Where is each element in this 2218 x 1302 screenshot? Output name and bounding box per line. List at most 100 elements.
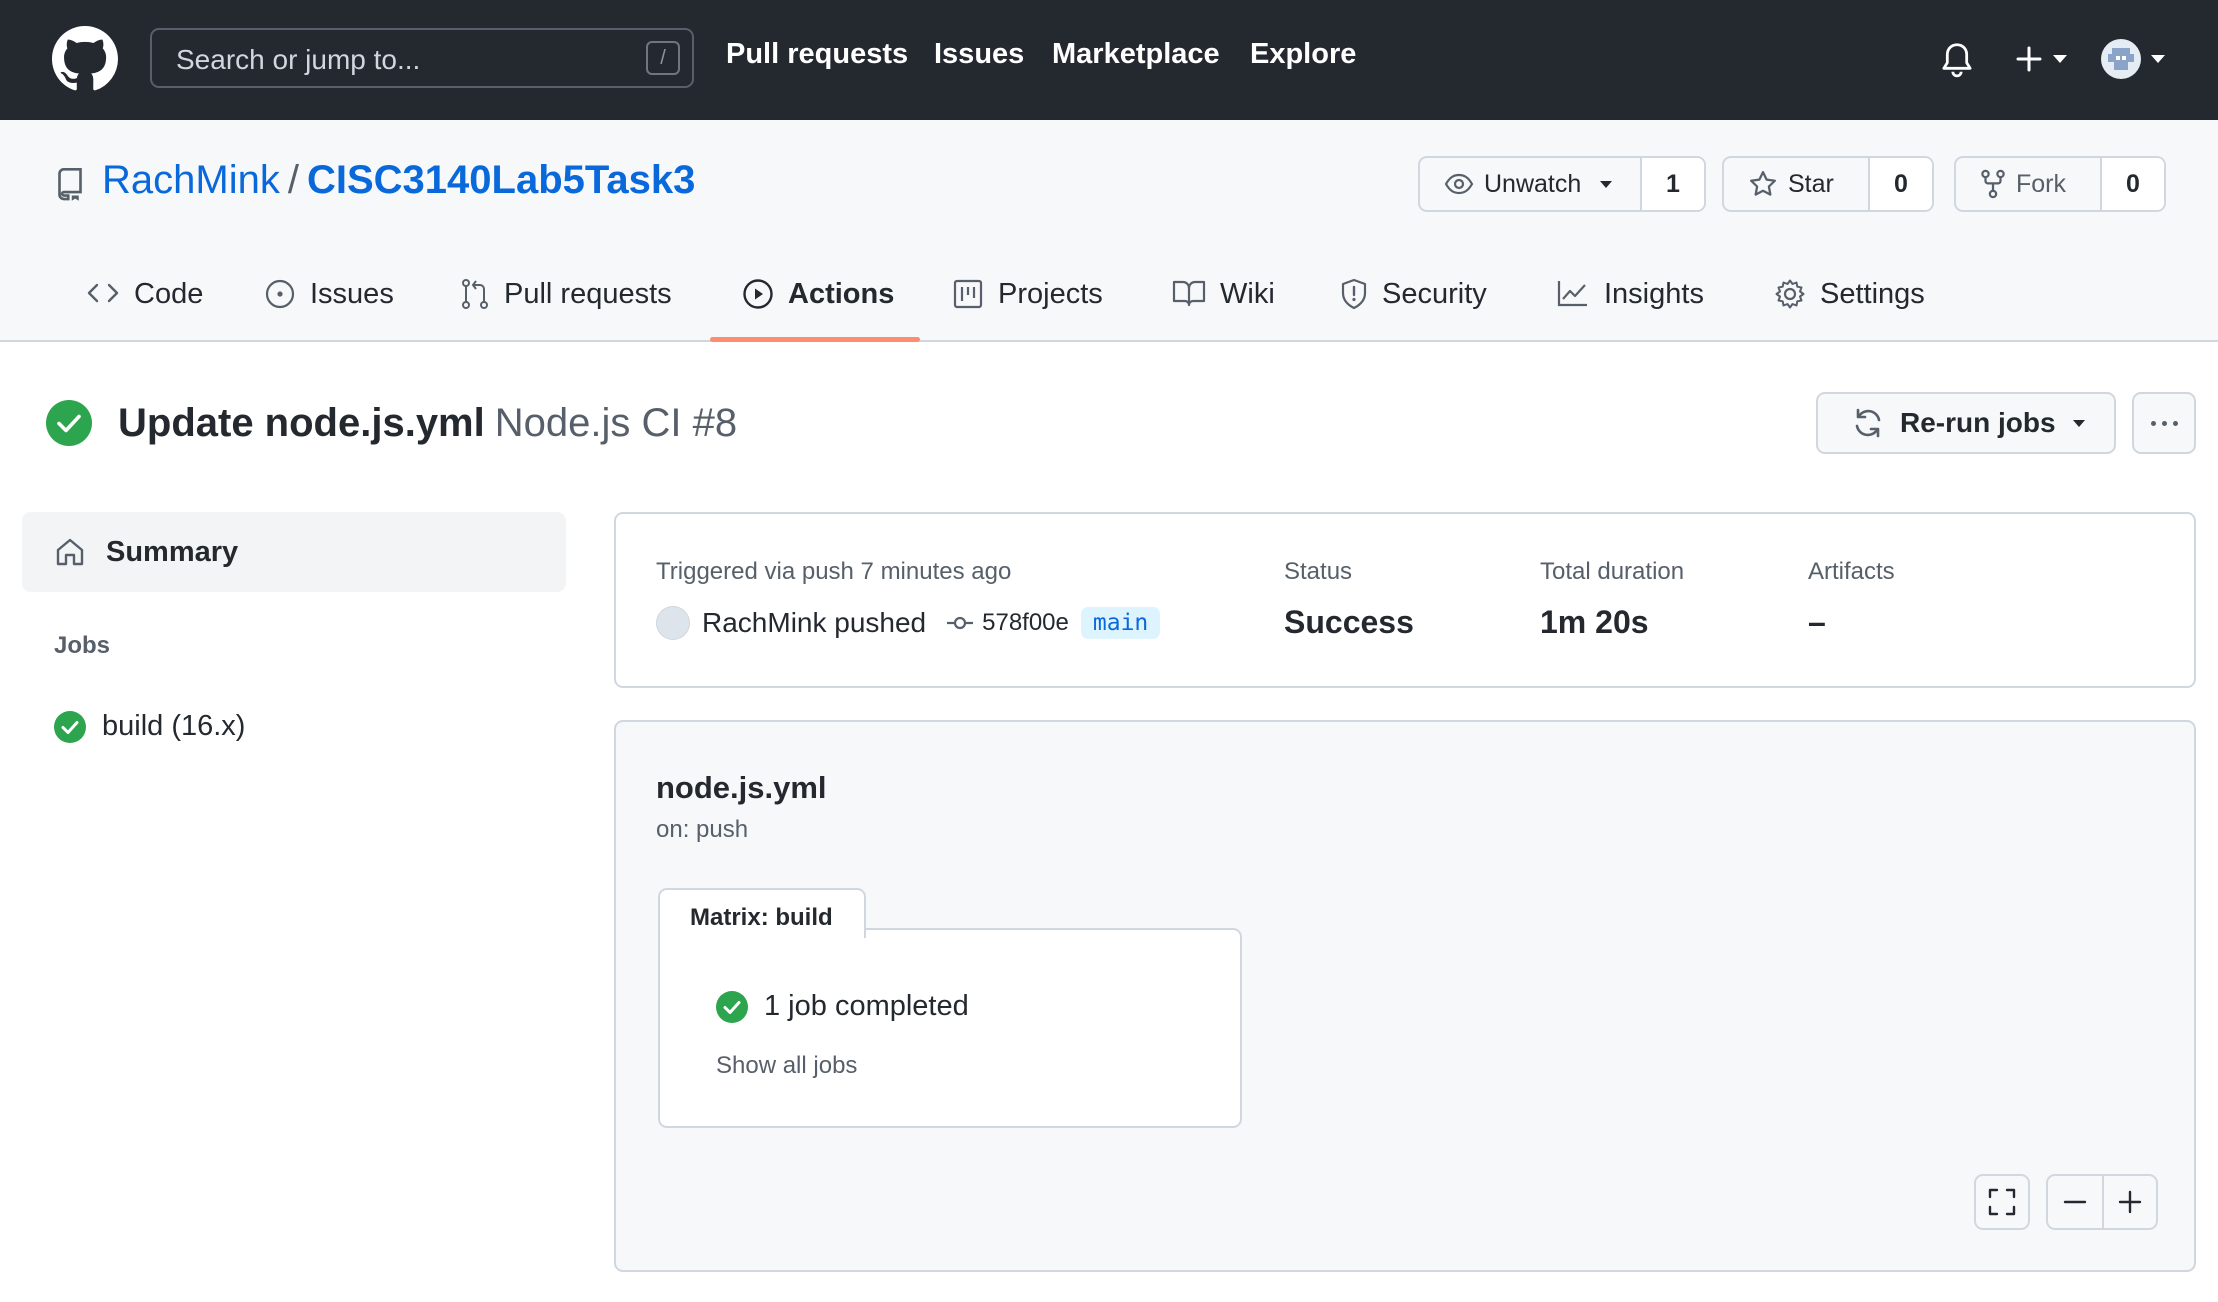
actor-text[interactable]: RachMink pushed	[702, 607, 926, 639]
global-header: Search or jump to... / Pull requests Iss…	[0, 0, 2218, 120]
duration-label: Total duration	[1540, 558, 1685, 585]
zoom-out-button[interactable]	[2048, 1176, 2102, 1228]
kebab-dot	[2172, 420, 2178, 426]
tab-label: Wiki	[1220, 278, 1275, 310]
sidebar-item-job-build[interactable]: build (16.x)	[54, 710, 245, 743]
star-button[interactable]: Star	[1724, 158, 1870, 210]
workflow-file-name: node.js.yml	[656, 770, 827, 805]
tab-issues[interactable]: Issues	[264, 278, 394, 368]
fork-icon	[1981, 169, 2005, 199]
tab-settings[interactable]: Settings	[1774, 278, 1925, 368]
sync-icon	[1855, 408, 1881, 438]
home-icon	[56, 538, 84, 566]
tab-projects[interactable]: Projects	[952, 278, 1103, 368]
bell-icon[interactable]	[1940, 42, 1974, 78]
nav-pull-requests[interactable]: Pull requests	[726, 38, 908, 71]
caret-down-icon	[2151, 55, 2165, 63]
tab-insights[interactable]: Insights	[1556, 278, 1704, 368]
run-title: Update node.js.yml	[118, 400, 485, 445]
minus-icon	[2063, 1200, 2087, 1204]
star-count[interactable]: 0	[1870, 158, 1932, 210]
user-menu[interactable]	[2100, 38, 2166, 80]
nav-marketplace[interactable]: Marketplace	[1052, 38, 1220, 71]
caret-down-icon	[1600, 180, 1613, 188]
book-icon	[1172, 280, 1206, 307]
workflow-graph: node.js.yml on: push 1 job completed Sho…	[614, 720, 2196, 1272]
summary-label: Summary	[106, 535, 239, 568]
fork-button[interactable]: Fork	[1956, 158, 2102, 210]
fullscreen-icon	[1988, 1188, 2016, 1216]
workflow-trigger: on: push	[656, 816, 749, 843]
tab-label: Code	[134, 278, 204, 310]
run-summary-card: Triggered via push 7 minutes ago RachMin…	[614, 512, 2196, 688]
success-check-icon	[716, 990, 748, 1023]
status-label: Status	[1284, 558, 1353, 585]
tab-label: Insights	[1604, 278, 1704, 310]
jobs-heading: Jobs	[54, 632, 111, 659]
status-value: Success	[1284, 604, 1414, 640]
unwatch-label: Unwatch	[1484, 169, 1582, 198]
caret-down-icon	[2072, 419, 2085, 427]
tab-label: Actions	[788, 278, 895, 310]
rerun-jobs-button[interactable]: Re-run jobs	[1816, 392, 2116, 454]
repo-icon	[56, 168, 84, 202]
actor-avatar[interactable]	[656, 606, 690, 640]
tab-code[interactable]: Code	[86, 278, 203, 368]
tab-label: Issues	[310, 278, 394, 310]
matrix-tab-joint	[660, 926, 864, 932]
caret-down-icon	[2053, 55, 2067, 63]
create-new-menu[interactable]	[2014, 44, 2068, 74]
github-logo-icon[interactable]	[52, 26, 118, 92]
kebab-dot	[2161, 420, 2167, 426]
plus-icon	[2118, 1190, 2142, 1214]
watch-button-group: Unwatch 1	[1418, 156, 1706, 212]
matrix-job-box[interactable]: 1 job completed Show all jobs	[658, 928, 1242, 1128]
search-input[interactable]: Search or jump to... /	[150, 28, 694, 88]
search-placeholder: Search or jump to...	[176, 44, 421, 75]
fork-count[interactable]: 0	[2102, 158, 2164, 210]
commit-link[interactable]: 578f00e	[946, 609, 1069, 637]
project-icon	[953, 279, 983, 309]
repo-name-link[interactable]: CISC3140Lab5Task3	[307, 158, 695, 202]
tab-actions[interactable]: Actions	[742, 278, 894, 368]
shield-icon	[1341, 278, 1367, 310]
commit-sha: 578f00e	[982, 609, 1069, 636]
commit-icon	[947, 616, 974, 630]
repo-title: RachMink / CISC3140Lab5Task3	[102, 158, 695, 203]
repo-separator: /	[287, 158, 299, 202]
tab-wiki[interactable]: Wiki	[1172, 278, 1275, 368]
duration-value: 1m 20s	[1540, 604, 1649, 640]
show-all-jobs-link[interactable]: Show all jobs	[716, 1052, 857, 1080]
artifacts-label: Artifacts	[1808, 558, 1895, 585]
issue-icon	[265, 279, 295, 309]
fork-button-group: Fork 0	[1954, 156, 2166, 212]
star-icon	[1750, 171, 1776, 196]
tab-security[interactable]: Security	[1340, 278, 1487, 368]
unwatch-button[interactable]: Unwatch	[1420, 158, 1642, 210]
tab-label: Pull requests	[504, 278, 672, 310]
success-check-icon	[46, 400, 92, 446]
sidebar-item-summary[interactable]: Summary	[22, 512, 566, 592]
tab-label: Settings	[1820, 278, 1925, 310]
plus-icon	[2016, 46, 2042, 72]
tab-label: Projects	[998, 278, 1103, 310]
more-options-button[interactable]	[2132, 392, 2196, 454]
run-workflow-name[interactable]: Node.js CI #8	[495, 401, 737, 445]
fullscreen-button[interactable]	[1974, 1174, 2030, 1230]
gear-icon	[1775, 279, 1805, 309]
nav-issues[interactable]: Issues	[934, 38, 1024, 71]
zoom-controls	[2046, 1174, 2158, 1230]
search-shortcut-key: /	[646, 41, 680, 75]
zoom-in-button[interactable]	[2102, 1176, 2156, 1228]
watch-count[interactable]: 1	[1642, 158, 1704, 210]
trigger-text: Triggered via push 7 minutes ago	[656, 558, 1012, 585]
tab-pull-requests[interactable]: Pull requests	[460, 278, 672, 368]
push-info: RachMink pushed 578f00e main	[656, 606, 1161, 640]
nav-explore[interactable]: Explore	[1250, 38, 1356, 71]
eye-icon	[1444, 173, 1474, 195]
active-tab-indicator	[710, 337, 920, 342]
matrix-status-text: 1 job completed	[764, 990, 969, 1022]
branch-label[interactable]: main	[1080, 607, 1161, 639]
artifacts-value: –	[1808, 604, 1826, 640]
repo-owner-link[interactable]: RachMink	[102, 158, 280, 202]
